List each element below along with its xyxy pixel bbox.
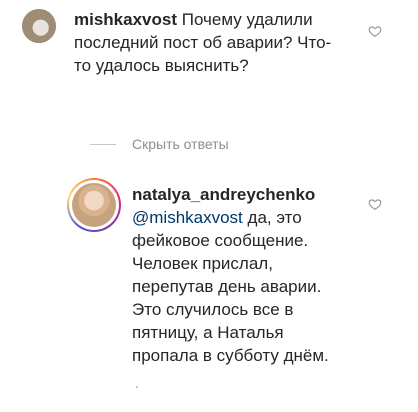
reply-text-line-7: пропала в субботу днём. <box>132 346 329 365</box>
reply-username[interactable]: natalya_andreychenko <box>132 185 315 204</box>
avatar-image <box>72 183 116 227</box>
loading-dot <box>136 386 138 388</box>
avatar-mishkaxvost[interactable] <box>22 9 56 43</box>
comment-text-line-3: то удалось выяснить? <box>74 56 249 75</box>
hide-replies-button[interactable]: Скрыть ответы <box>90 136 229 152</box>
reply-text-line-3: Человек прислал, <box>132 254 273 273</box>
heart-outline-icon[interactable] <box>368 24 382 38</box>
reply-text-line-5: Это случилось все в <box>132 300 294 319</box>
comment-text-line-1: Почему удалили <box>181 10 313 29</box>
avatar-natalya-andreychenko[interactable] <box>67 178 121 232</box>
reply-text-line-6: пятницу, а Наталья <box>132 323 284 342</box>
comments-thread: mishkaxvost Почему удалили последний пос… <box>0 0 418 412</box>
reply-mention-link[interactable]: @mishkaxvost <box>132 208 243 227</box>
comment-username[interactable]: mishkaxvost <box>74 10 177 29</box>
reply-text-line-2: фейковое сообщение. <box>132 231 309 250</box>
reply-text-line-1: да, это <box>242 208 302 227</box>
comment-text-line-2: последний пост об аварии? Что- <box>74 33 332 52</box>
hide-replies-divider <box>90 143 116 145</box>
avatar-image <box>22 9 56 43</box>
reply-text-line-4: перепутав день аварии. <box>132 277 322 296</box>
comment-mishkaxvost: mishkaxvost Почему удалили последний пос… <box>74 8 374 77</box>
reply-natalya-andreychenko: natalya_andreychenko @mishkaxvost да, эт… <box>132 183 372 367</box>
hide-replies-label: Скрыть ответы <box>132 136 229 152</box>
heart-outline-icon[interactable] <box>368 197 382 211</box>
